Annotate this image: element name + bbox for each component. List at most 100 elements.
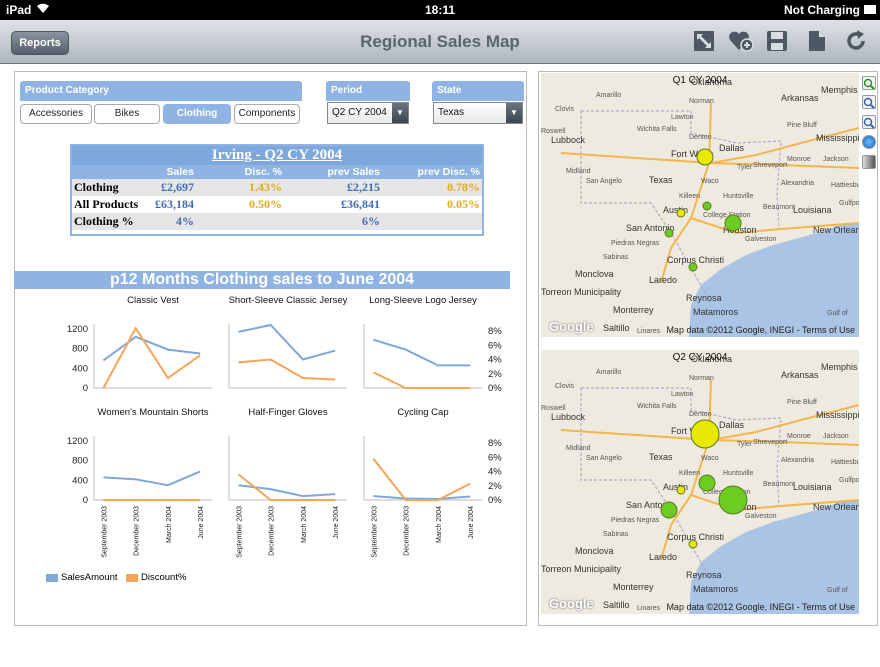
col-prev-sales-header: prev Sales xyxy=(327,166,380,178)
y2-tick-label: 6% xyxy=(488,452,502,463)
map-label: Torreon Municipality xyxy=(541,564,622,574)
col-disc-header: Disc. % xyxy=(244,166,282,178)
map-marker-houston xyxy=(724,214,742,232)
y2-tick-label: 6% xyxy=(488,340,502,351)
category-clothing-button[interactable]: Clothing xyxy=(163,104,231,124)
map-label: Jackson xyxy=(823,433,849,440)
favorite-icon[interactable] xyxy=(728,29,754,55)
y2-tick-label: 2% xyxy=(488,369,502,380)
map-label: Tyler xyxy=(737,164,753,171)
map-label: Memphis xyxy=(821,85,858,95)
map-marker-dallas xyxy=(690,419,720,449)
map-label: Lawton xyxy=(671,114,694,121)
period-select[interactable]: Q2 CY 2004 ▼ xyxy=(327,102,409,124)
map-q2-attribution[interactable]: Map data ©2012 Google, INEGI - Terms of … xyxy=(666,602,855,612)
google-logo: Google xyxy=(549,319,594,334)
panel-title: Half-Finger Gloves xyxy=(248,407,327,418)
y-tick-label: 0 xyxy=(83,495,88,506)
map-label: Matamoros xyxy=(693,307,739,317)
map-label: Lawton xyxy=(671,391,694,398)
discount-line xyxy=(238,358,336,381)
map-label: Mississippi xyxy=(816,133,859,143)
fullscreen-icon[interactable] xyxy=(692,29,718,55)
map-label: Wichita Falls xyxy=(637,126,677,133)
legend-sales-swatch xyxy=(46,574,58,582)
map-label: Beaumont xyxy=(763,481,795,488)
map-label: Midland xyxy=(566,168,591,175)
map-label: Pine Bluff xyxy=(787,122,817,129)
map-label: Monterrey xyxy=(613,582,654,592)
map-label: Huntsville xyxy=(723,470,753,477)
map-q1-title: Q1 CY 2004 xyxy=(672,75,728,86)
map-q1[interactable]: Q1 CY 2004 Oklahoma Arkansas Texas Louisian… xyxy=(541,73,859,337)
globe-icon[interactable] xyxy=(862,135,876,149)
map-label: Hattiesburg xyxy=(831,459,859,466)
zoom-out-icon[interactable] xyxy=(862,95,876,109)
category-bikes-button[interactable]: Bikes xyxy=(94,104,160,124)
map-style-icon[interactable] xyxy=(862,155,876,169)
y2-tick-label: 4% xyxy=(488,467,502,478)
x-tick-label: June 2004 xyxy=(198,506,205,539)
map-label: San Angelo xyxy=(586,178,622,185)
x-tick-label: March 2004 xyxy=(436,506,443,543)
map-label: Midland xyxy=(566,445,591,452)
battery-icon xyxy=(864,5,876,14)
sales-value: £63,184 xyxy=(155,197,194,211)
summary-title: Irving - Q2 CY 2004 xyxy=(72,146,482,165)
x-tick-label: September 2003 xyxy=(371,506,378,558)
map-label: New Orleans xyxy=(813,502,859,512)
x-tick-label: March 2004 xyxy=(166,506,173,543)
category-accessories-button[interactable]: Accessories xyxy=(20,104,92,124)
map-label: Alexandria xyxy=(781,457,814,464)
state-select[interactable]: Texas ▼ xyxy=(433,102,523,124)
map-label: Clovis xyxy=(555,106,575,113)
map-label: Norman xyxy=(689,375,714,382)
map-label: Denton xyxy=(689,411,712,418)
map-label: Waco xyxy=(701,455,719,462)
map-label: Matamoros xyxy=(693,584,739,594)
period-header: Period xyxy=(326,81,410,101)
map-label: Piedras Negras xyxy=(611,240,660,247)
map-marker-austin xyxy=(676,208,686,218)
map-label: Gulfport xyxy=(839,477,859,484)
map-label: New Orleans xyxy=(813,225,859,235)
y2-tick-label: 8% xyxy=(488,438,502,449)
map-label: Sabinas xyxy=(603,531,629,538)
map-label: Pine Bluff xyxy=(787,399,817,406)
zoom-extent-icon[interactable] xyxy=(862,115,876,129)
document-icon[interactable] xyxy=(806,29,832,55)
refresh-icon[interactable] xyxy=(844,29,870,55)
map-label: Hattiesburg xyxy=(831,182,859,189)
prev-sales-value: £36,841 xyxy=(341,197,380,211)
summary-header-row: Sales Disc. % prev Sales prev Disc. % xyxy=(72,165,482,179)
legend-discount-swatch xyxy=(126,574,138,582)
save-icon[interactable] xyxy=(766,29,792,55)
navigation-bar: Reports Regional Sales Map xyxy=(0,20,880,64)
map-label: Monroe xyxy=(787,156,811,163)
map-label: Piedras Negras xyxy=(611,517,660,524)
panel-title: Women's Mountain Shorts xyxy=(98,407,209,418)
map-label: Linares xyxy=(637,328,660,335)
chart-panel: Long-Sleeve Logo Jersey 8% 6% 4% 2% 0% xyxy=(363,295,502,394)
map-label: Gulf of xyxy=(827,587,848,594)
zoom-in-icon[interactable] xyxy=(862,76,876,90)
x-tick-label: December 2003 xyxy=(269,506,276,556)
map-q1-attribution[interactable]: Map data ©2012 Google, INEGI - Terms of … xyxy=(666,325,855,335)
map-label: Louisiana xyxy=(793,205,832,215)
map-marker-dallas xyxy=(696,148,714,166)
map-label: Galveston xyxy=(745,513,777,520)
map-label: Tyler xyxy=(737,441,753,448)
map-label: Torreon Municipality xyxy=(541,287,622,297)
col-prev-disc-header: prev Disc. % xyxy=(417,166,480,178)
map-q2[interactable]: Q2 CY 2004 Oklahoma Arkansas Texas Louisian… xyxy=(541,350,859,614)
map-label: Jackson xyxy=(823,156,849,163)
map-label: Texas xyxy=(649,175,673,185)
category-components-button[interactable]: Components xyxy=(234,104,300,124)
prev-sales-value: 6% xyxy=(362,214,380,228)
map-label: Arkansas xyxy=(781,370,819,380)
map-label: Laredo xyxy=(649,275,677,285)
map-marker-corpus-christi xyxy=(688,262,698,272)
map-label: Reynosa xyxy=(686,570,722,580)
map-q2-title: Q2 CY 2004 xyxy=(672,352,728,363)
x-tick-label: June 2004 xyxy=(468,506,475,539)
